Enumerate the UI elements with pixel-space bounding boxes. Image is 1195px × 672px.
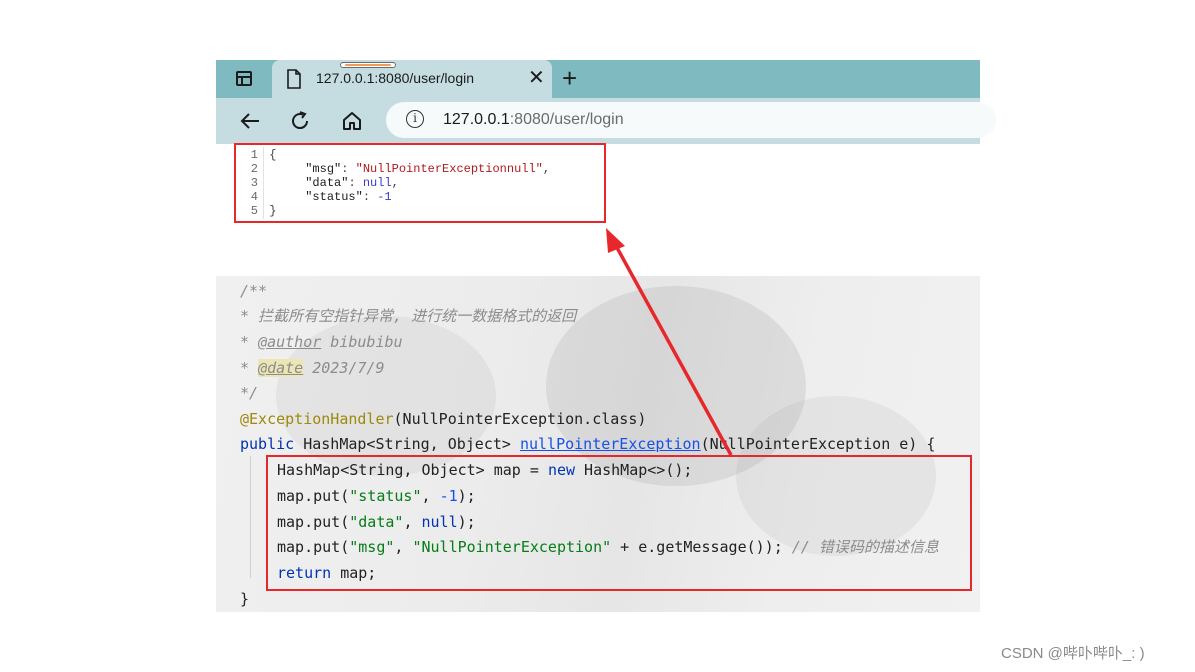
annotation-arrow [606,228,733,456]
watermark: CSDN @哔卟哔卟_: ) [1001,645,1145,662]
